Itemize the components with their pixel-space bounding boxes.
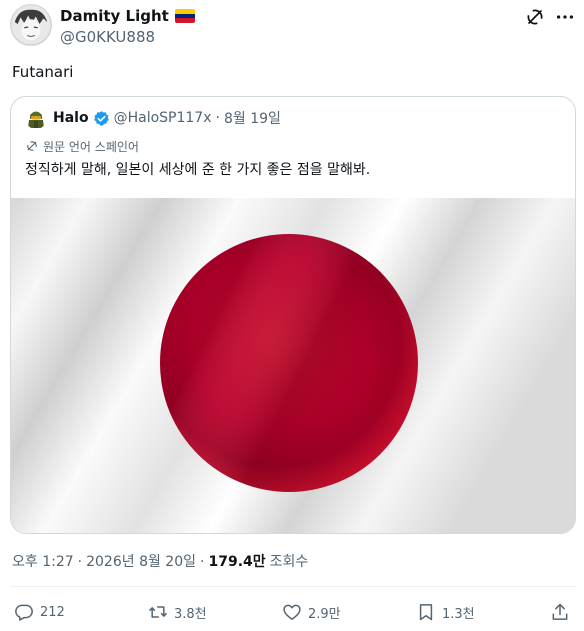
author-handle[interactable]: @G0KKU888	[60, 27, 195, 47]
tweet-time[interactable]: 오후 1:27	[12, 552, 74, 572]
language-note-text: 원문 언어 스페인어	[43, 139, 139, 154]
like-icon	[283, 604, 301, 620]
reply-icon	[15, 604, 33, 621]
bookmark-button[interactable]: 1.3천	[416, 600, 475, 624]
tweet-text: Futanari	[12, 63, 74, 81]
avatar[interactable]	[10, 4, 52, 46]
translate-icon	[27, 141, 37, 151]
more-button[interactable]	[554, 6, 576, 28]
verified-icon	[93, 110, 109, 126]
quoted-header: Halo @HaloSP117x · 8월 19일	[25, 107, 281, 129]
meta-dot-2: ·	[200, 554, 205, 570]
display-name-text: Damity Light	[60, 7, 169, 25]
grok-button[interactable]	[524, 6, 546, 28]
author-names: Damity Light @G0KKU888	[60, 6, 195, 47]
divider	[10, 586, 576, 587]
action-bar: 212 3.8천 2.9만 1.3천	[14, 600, 574, 626]
venezuela-flag-icon	[174, 9, 195, 23]
share-icon	[552, 603, 568, 620]
meta-dot: ·	[77, 554, 83, 570]
bookmark-count: 1.3천	[442, 606, 475, 622]
quoted-display-name[interactable]: Halo	[53, 110, 89, 126]
quoted-dot: ·	[215, 110, 220, 126]
author-display-name[interactable]: Damity Light	[60, 6, 195, 26]
japan-flag-image[interactable]	[11, 198, 575, 533]
reply-count: 212	[40, 604, 65, 620]
quoted-handle[interactable]: @HaloSP117x	[114, 110, 212, 126]
share-button[interactable]	[550, 600, 576, 624]
views-count: 179.4만	[208, 554, 266, 570]
repost-button[interactable]: 3.8천	[148, 600, 207, 624]
quoted-avatar[interactable]	[25, 107, 47, 129]
tweet-date[interactable]: 2026년 8월 20일	[86, 552, 196, 572]
tweet-header: Damity Light @G0KKU888	[10, 4, 576, 48]
reply-button[interactable]: 212	[14, 600, 65, 624]
repost-count: 3.8천	[174, 606, 207, 622]
grok-icon	[527, 9, 543, 25]
more-icon	[556, 15, 574, 19]
quoted-date[interactable]: 8월 19일	[224, 108, 281, 128]
bookmark-icon	[419, 604, 433, 621]
tweet-meta: 오후 1:27 · 2026년 8월 20일 · 179.4만 조회수	[12, 552, 308, 572]
views-label: 조회수	[269, 554, 309, 570]
quoted-tweet[interactable]: Halo @HaloSP117x · 8월 19일 원문 언어 스페인어 정직하…	[10, 96, 576, 534]
repost-icon	[148, 606, 168, 618]
like-count: 2.9만	[308, 606, 341, 622]
language-note[interactable]: 원문 언어 스페인어	[25, 137, 139, 155]
quoted-text: 정직하게 말해, 일본이 세상에 준 한 가지 좋은 점을 말해봐.	[25, 162, 371, 178]
like-button[interactable]: 2.9만	[282, 600, 341, 624]
